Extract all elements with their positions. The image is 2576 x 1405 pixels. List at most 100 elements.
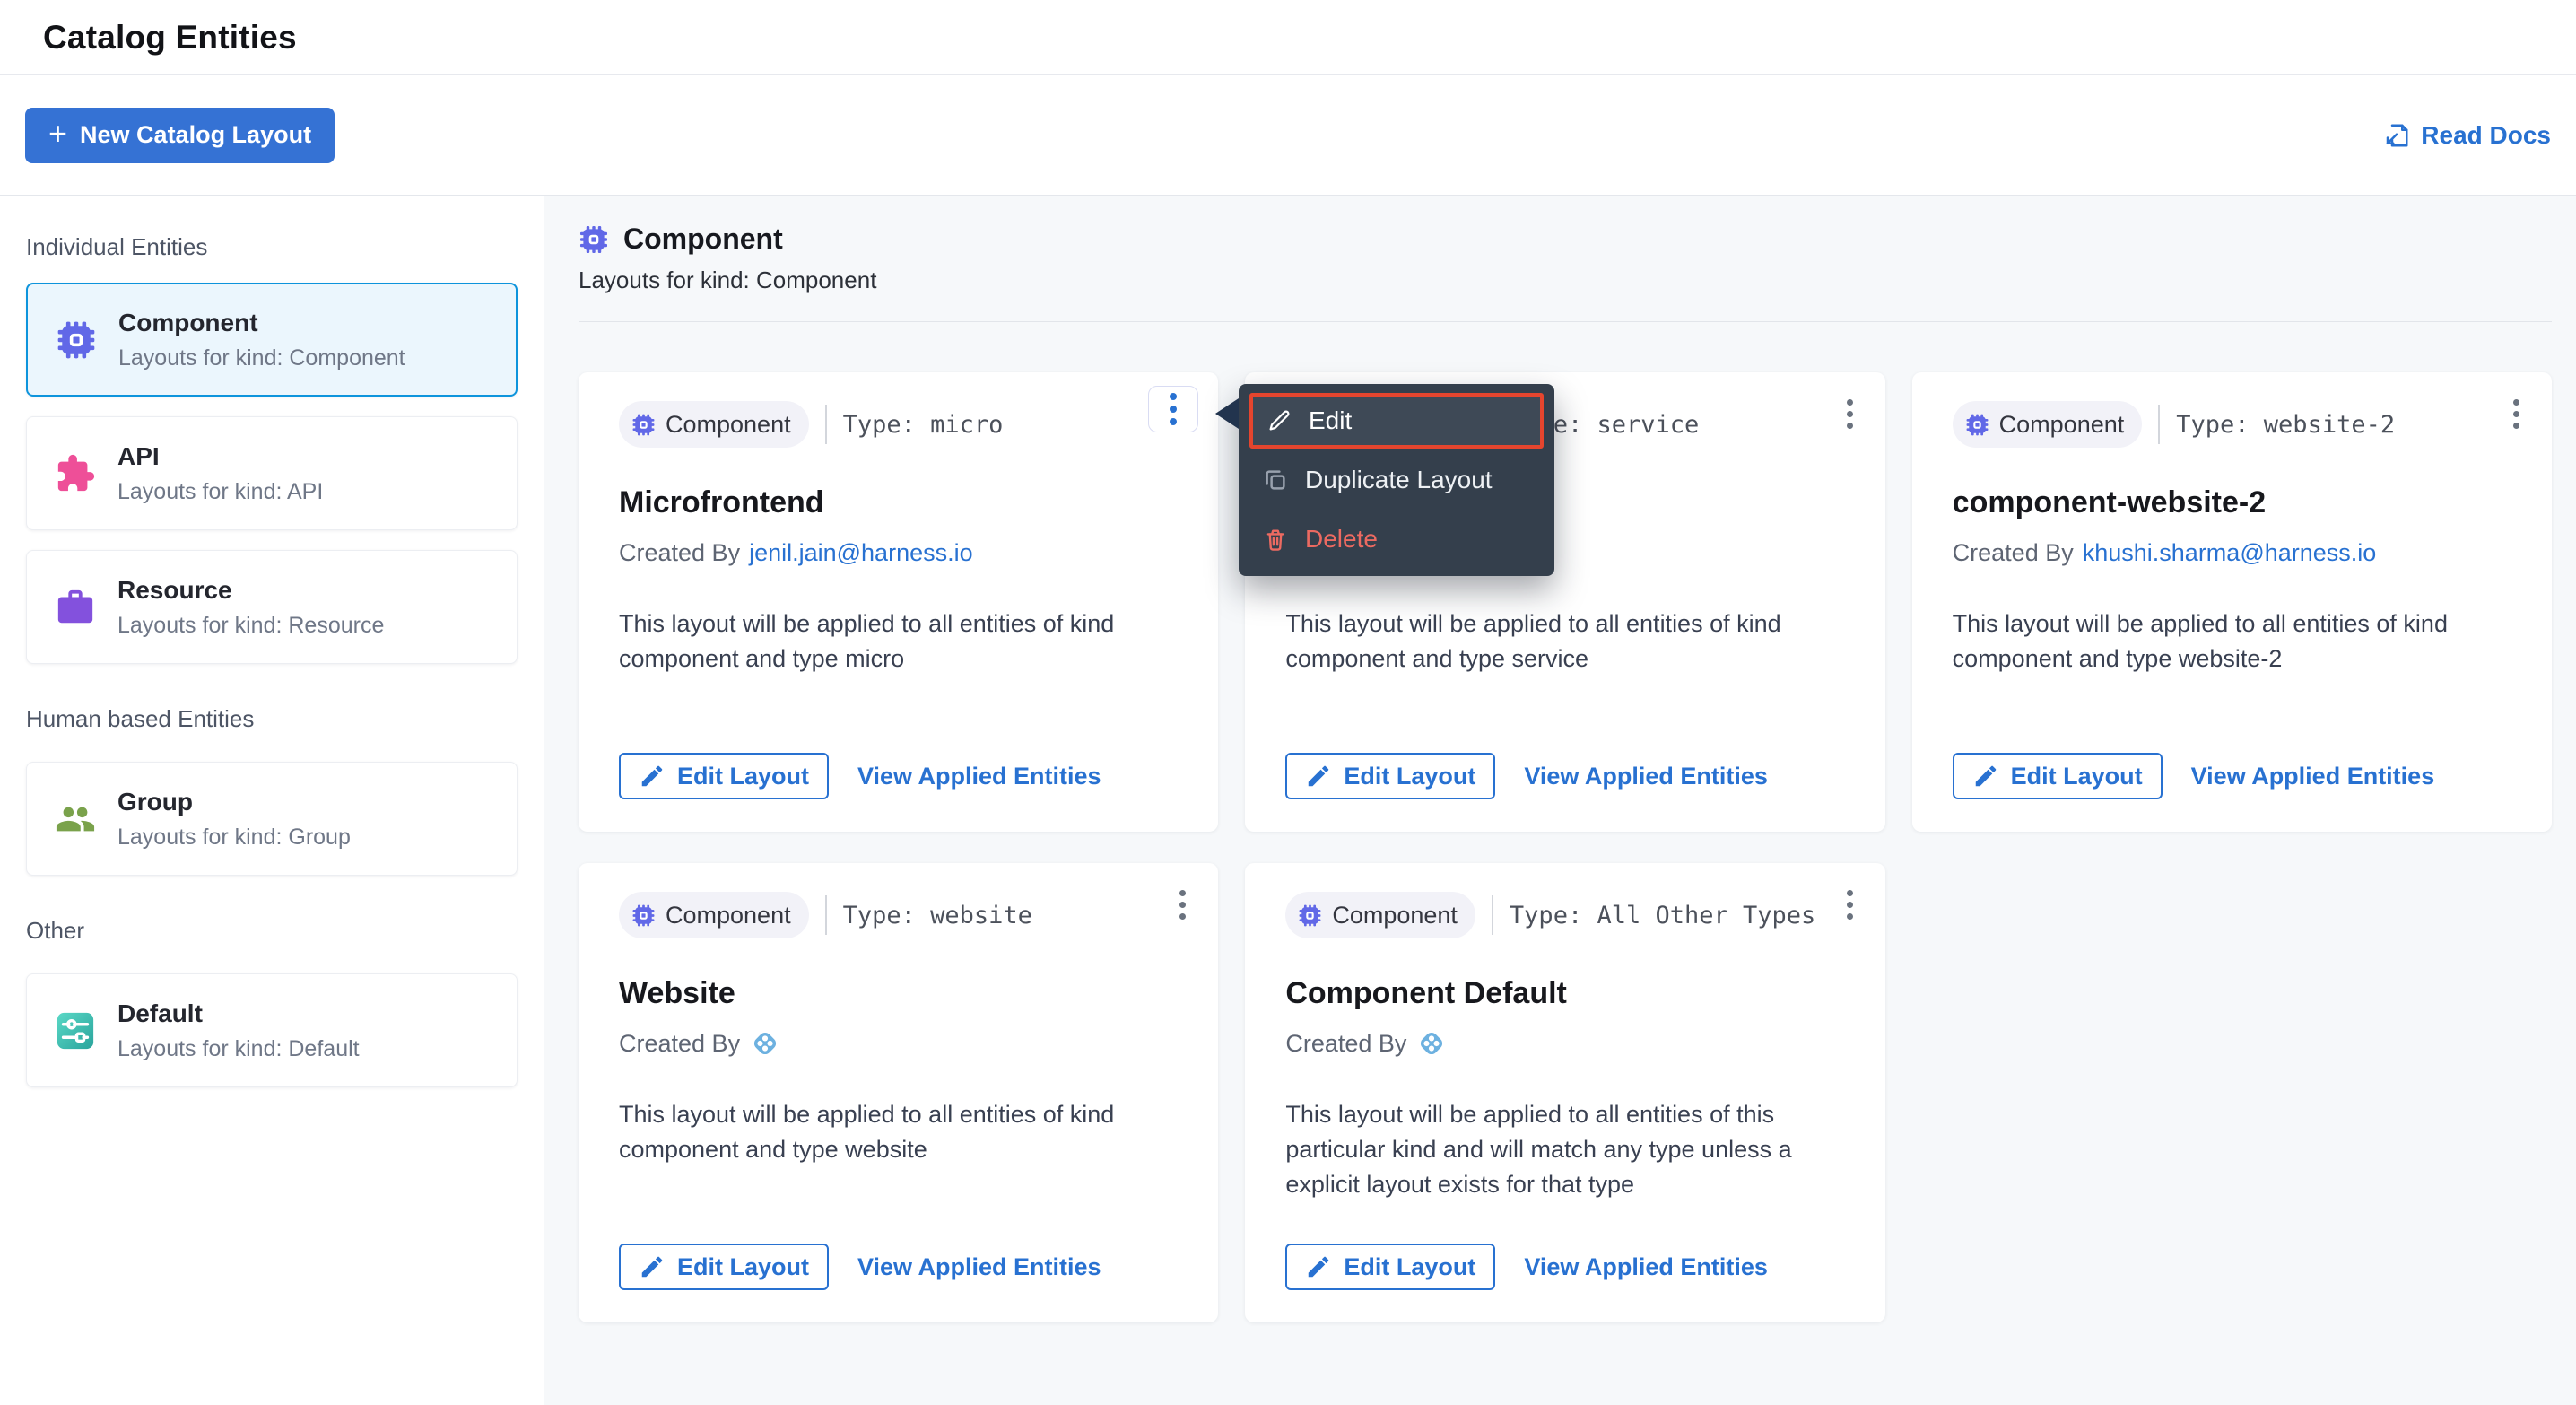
component-chip-icon: [579, 224, 609, 255]
created-by-row: Created By: [619, 1025, 1178, 1061]
layout-description: This layout will be applied to all entit…: [619, 1097, 1178, 1167]
view-applied-entities-link[interactable]: View Applied Entities: [1524, 763, 1768, 790]
card-menu-button[interactable]: [1174, 885, 1191, 925]
layout-description: This layout will be applied to all entit…: [1285, 607, 1844, 676]
type-text: Type: website-2: [2176, 411, 2395, 439]
menu-item-duplicate-layout[interactable]: Duplicate Layout: [1249, 452, 1544, 508]
api-puzzle-icon: [55, 453, 96, 494]
divider: [1492, 895, 1493, 935]
view-applied-entities-link[interactable]: View Applied Entities: [857, 763, 1101, 790]
main-panel: Component Layouts for kind: Component Co…: [544, 196, 2576, 1405]
kind-badge: Component: [1285, 892, 1475, 938]
divider: [825, 405, 827, 444]
sidebar-item-subtitle: Layouts for kind: Group: [117, 825, 351, 851]
sidebar-item-component[interactable]: Component Layouts for kind: Component: [26, 283, 518, 397]
edit-layout-button[interactable]: Edit Layout: [1285, 1244, 1495, 1290]
group-people-icon: [55, 798, 96, 840]
created-by-label: Created By: [1285, 1030, 1406, 1058]
layout-description: This layout will be applied to all entit…: [619, 607, 1178, 676]
created-by-label: Created By: [1953, 539, 2074, 567]
edit-layout-button[interactable]: Edit Layout: [619, 1244, 829, 1290]
pencil-icon: [1305, 1253, 1332, 1280]
card-menu-button[interactable]: [1841, 885, 1858, 925]
component-chip-icon: [1298, 903, 1322, 928]
sidebar-item-subtitle: Layouts for kind: API: [117, 479, 323, 505]
menu-item-delete[interactable]: Delete: [1249, 511, 1544, 567]
layout-description: This layout will be applied to all entit…: [1285, 1097, 1844, 1202]
sidebar: Individual Entities Component Layouts fo…: [0, 196, 544, 1405]
component-chip-icon: [1965, 413, 1989, 437]
card-menu-button[interactable]: [1148, 386, 1198, 432]
kind-badge: Component: [619, 401, 809, 448]
read-docs-label: Read Docs: [2421, 121, 2551, 150]
sidebar-item-title: API: [117, 442, 323, 471]
created-by-row: Created By: [1285, 1025, 1844, 1061]
harness-logo-icon: [749, 1027, 781, 1060]
layout-card-microfrontend: Component Type: micro Microfrontend Crea…: [579, 372, 1218, 832]
pencil-icon: [1305, 763, 1332, 790]
default-layout-icon: [55, 1010, 96, 1052]
sidebar-item-api[interactable]: API Layouts for kind: API: [26, 416, 518, 530]
sidebar-item-title: Default: [117, 999, 360, 1028]
created-by-link[interactable]: khushi.sharma@harness.io: [2083, 539, 2377, 567]
created-by-link[interactable]: jenil.jain@harness.io: [749, 539, 973, 567]
content-area: Individual Entities Component Layouts fo…: [0, 196, 2576, 1405]
sidebar-item-subtitle: Layouts for kind: Default: [117, 1036, 360, 1062]
harness-logo-icon: [1415, 1027, 1448, 1060]
resource-bag-icon: [55, 587, 96, 628]
sidebar-item-title: Component: [118, 309, 405, 337]
new-catalog-layout-label: New Catalog Layout: [80, 121, 311, 149]
layout-title: Microfrontend: [619, 485, 1178, 522]
kind-badge: Component: [1953, 401, 2143, 448]
read-docs-link[interactable]: Read Docs: [2383, 121, 2551, 150]
layout-card-component-website-2: Component Type: website-2 component-webs…: [1912, 372, 2552, 832]
divider: [825, 895, 827, 935]
view-applied-entities-link[interactable]: View Applied Entities: [2191, 763, 2435, 790]
created-by-label: Created By: [619, 539, 740, 567]
kind-badge-label: Component: [666, 902, 791, 929]
pencil-icon: [1972, 763, 1999, 790]
component-chip-icon: [631, 413, 656, 437]
top-title-bar: Catalog Entities: [0, 0, 2576, 75]
kind-badge: Component: [619, 892, 809, 938]
sidebar-item-default[interactable]: Default Layouts for kind: Default: [26, 973, 518, 1087]
type-text: Type: micro: [843, 411, 1004, 439]
menu-item-edit[interactable]: Edit: [1249, 393, 1544, 449]
panel-divider: [579, 321, 2552, 322]
type-text: Type: website: [843, 902, 1032, 929]
kind-badge-label: Component: [1332, 902, 1458, 929]
sidebar-item-subtitle: Layouts for kind: Component: [118, 345, 405, 371]
component-chip-icon: [631, 903, 656, 928]
sidebar-item-subtitle: Layouts for kind: Resource: [117, 613, 384, 639]
new-catalog-layout-button[interactable]: + New Catalog Layout: [25, 108, 335, 163]
trash-icon: [1262, 526, 1289, 553]
panel-title: Component: [623, 223, 783, 256]
component-chip-icon: [56, 319, 97, 361]
sidebar-item-resource[interactable]: Resource Layouts for kind: Resource: [26, 550, 518, 664]
pencil-icon: [639, 1253, 666, 1280]
sidebar-item-title: Group: [117, 788, 351, 816]
section-label-individual-entities: Individual Entities: [26, 233, 518, 261]
edit-layout-button[interactable]: Edit Layout: [1953, 753, 2163, 799]
divider: [2158, 405, 2160, 444]
sidebar-item-group[interactable]: Group Layouts for kind: Group: [26, 762, 518, 876]
plus-icon: +: [48, 118, 67, 150]
layout-card-component-default: Component Type: All Other Types Componen…: [1245, 863, 1884, 1322]
card-menu-button[interactable]: [2508, 394, 2525, 434]
layout-description: This layout will be applied to all entit…: [1953, 607, 2511, 676]
kind-badge-label: Component: [1999, 411, 2125, 439]
created-by-label: Created By: [619, 1030, 740, 1058]
section-label-other: Other: [26, 917, 518, 945]
layout-card-website: Component Type: website Website Created …: [579, 863, 1218, 1322]
view-applied-entities-link[interactable]: View Applied Entities: [1524, 1253, 1768, 1281]
document-export-icon: [2383, 122, 2410, 149]
view-applied-entities-link[interactable]: View Applied Entities: [857, 1253, 1101, 1281]
created-by-row: Created By khushi.sharma@harness.io: [1953, 535, 2511, 571]
toolbar: + New Catalog Layout Read Docs: [0, 75, 2576, 196]
type-text: Type: All Other Types: [1510, 902, 1815, 929]
edit-layout-button[interactable]: Edit Layout: [619, 753, 829, 799]
copy-icon: [1262, 467, 1289, 493]
card-menu-button[interactable]: [1841, 394, 1858, 434]
section-label-human-based-entities: Human based Entities: [26, 705, 518, 733]
edit-layout-button[interactable]: Edit Layout: [1285, 753, 1495, 799]
